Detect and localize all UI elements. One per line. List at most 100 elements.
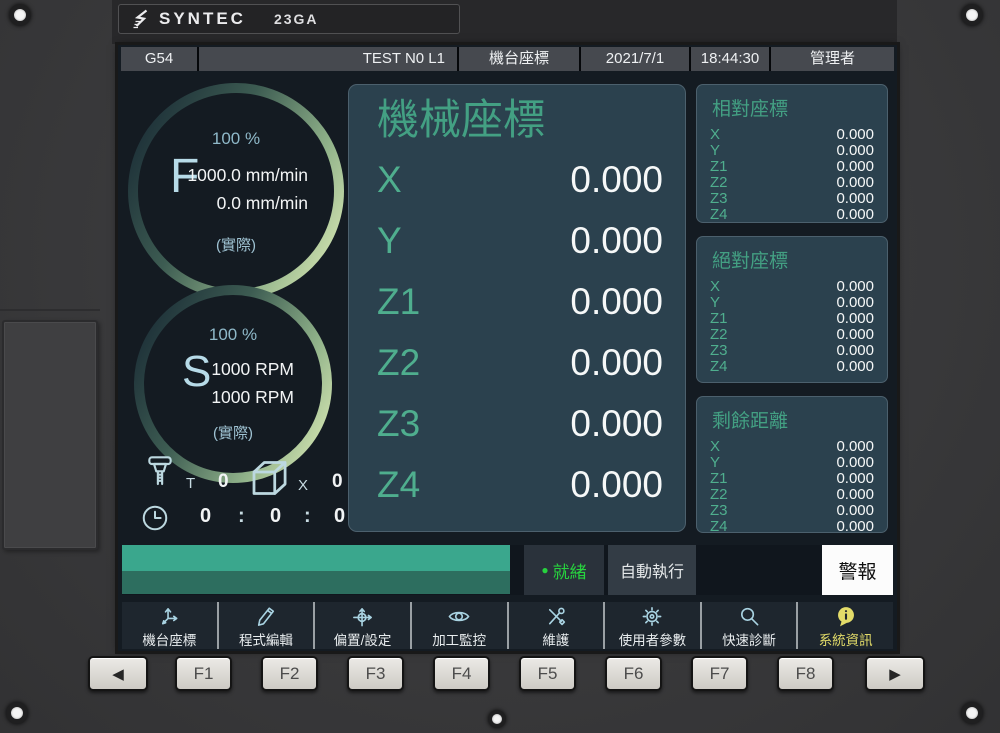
- clock-icon: [140, 503, 170, 533]
- axis-value: 0.000: [570, 464, 663, 506]
- axis-label: Z2: [710, 327, 728, 343]
- axis-row: X 0.000: [349, 149, 685, 210]
- softkey-label: 程式編輯: [239, 629, 293, 649]
- workpiece-count-label: X: [298, 477, 308, 494]
- axis-label: Z4: [377, 464, 420, 506]
- user-role: 管理者: [771, 47, 894, 71]
- axis-value: 0.000: [836, 127, 874, 143]
- axis-value: 0.000: [570, 403, 663, 445]
- softkey-maintenance[interactable]: 維護: [509, 602, 606, 649]
- axis-value: 0.000: [836, 327, 874, 343]
- axis-row: Z10.000: [710, 311, 874, 327]
- ready-dot-icon: ●: [541, 563, 548, 577]
- tool-number-value: 0: [218, 471, 229, 493]
- softkey-label: 加工監控: [432, 629, 486, 649]
- axis-label: X: [710, 127, 720, 143]
- screw: [961, 702, 983, 724]
- axis-value: 0.000: [836, 519, 874, 535]
- side-access-door: [2, 320, 98, 550]
- softkey-label: 維護: [542, 629, 569, 649]
- machine-status-row: ● 就緒 自動執行 警報: [122, 545, 893, 595]
- axis-value: 0.000: [836, 343, 874, 359]
- axis-value: 0.000: [836, 439, 874, 455]
- page-right-key[interactable]: ▶: [865, 656, 925, 691]
- softkey-program-edit[interactable]: 程式編輯: [219, 602, 316, 649]
- softkey-system-info[interactable]: 系統資訊: [798, 602, 893, 649]
- time-colon: :: [304, 505, 311, 528]
- ready-status: ● 就緒: [524, 545, 604, 595]
- workpiece-count-value: 0: [332, 471, 343, 493]
- machine-coords-panel: 機械座標 X 0.000 Y 0.000 Z1 0.000 Z2 0.000 Z…: [348, 84, 686, 532]
- panel-title: 剩餘距離: [712, 406, 874, 433]
- f7-key[interactable]: F7: [691, 656, 748, 691]
- screw: [9, 4, 31, 26]
- axis-label: Y: [710, 143, 720, 159]
- axes-icon: [156, 605, 182, 628]
- softkey-label: 系統資訊: [819, 629, 873, 649]
- axis-row: Z40.000: [710, 519, 874, 535]
- f2-key[interactable]: F2: [261, 656, 318, 691]
- f6-key[interactable]: F6: [605, 656, 662, 691]
- gear-icon: [639, 605, 665, 628]
- page-left-key[interactable]: ◀: [88, 656, 148, 691]
- mode-status: 自動執行: [608, 545, 696, 595]
- axis-row: Z2 0.000: [349, 332, 685, 393]
- axis-value: 0.000: [836, 279, 874, 295]
- f1-key[interactable]: F1: [175, 656, 232, 691]
- spindle-actual-label: (實際): [144, 422, 322, 443]
- logo-plate: SYNTEC 23GA: [118, 4, 460, 34]
- brand-name: SYNTEC: [159, 9, 246, 29]
- axis-row: X0.000: [710, 279, 874, 295]
- axis-label: Z2: [710, 175, 728, 191]
- screen-title: 機台座標: [459, 47, 579, 71]
- axis-value: 0.000: [836, 503, 874, 519]
- axis-label: Z3: [710, 191, 728, 207]
- ready-label: 就緒: [553, 558, 587, 583]
- axis-row: Z10.000: [710, 471, 874, 487]
- axis-value: 0.000: [836, 359, 874, 375]
- axis-label: X: [710, 439, 720, 455]
- machining-hours: 0: [200, 505, 211, 528]
- axis-value: 0.000: [836, 295, 874, 311]
- progress-bar: [122, 545, 510, 594]
- softkey-machining-monitor[interactable]: 加工監控: [412, 602, 509, 649]
- axis-row: Z1 0.000: [349, 271, 685, 332]
- axis-value: 0.000: [836, 191, 874, 207]
- softkey-quick-diagnosis[interactable]: 快速診斷: [702, 602, 799, 649]
- axis-value: 0.000: [836, 143, 874, 159]
- axis-value: 0.000: [836, 487, 874, 503]
- tool-number-label: T: [186, 475, 195, 492]
- program-name: TEST N0 L1: [199, 47, 457, 71]
- axis-label: Y: [710, 455, 720, 471]
- pencil-icon: [253, 605, 279, 628]
- eye-icon: [446, 605, 472, 628]
- axis-value: 0.000: [836, 159, 874, 175]
- feed-actual-value: 0.0 mm/min: [187, 189, 308, 217]
- gcode-indicator: G54: [121, 47, 197, 71]
- model-name: 23GA: [274, 11, 319, 27]
- f4-key[interactable]: F4: [433, 656, 490, 691]
- gauge-face: 100 % S 1000 RPM 1000 RPM (實際): [144, 295, 322, 473]
- axis-row: Z2 0.000: [710, 175, 874, 191]
- axis-value: 0.000: [570, 281, 663, 323]
- axis-label: Z1: [377, 281, 420, 323]
- alarm-indicator: 警報: [822, 545, 893, 595]
- relative-coords-panel: 相對座標 X0.000 Y0.000 Z10.000 Z20.000 Z30.0…: [696, 84, 888, 223]
- axis-row: Y0.000: [710, 455, 874, 471]
- progress-bar-fill-bottom: [122, 571, 510, 594]
- softkey-offset-setting[interactable]: 偏置/設定: [315, 602, 412, 649]
- f3-key[interactable]: F3: [347, 656, 404, 691]
- axis-row: Z3 0.000: [710, 191, 874, 207]
- f5-key[interactable]: F5: [519, 656, 576, 691]
- softkey-machine-coords[interactable]: 機台座標: [122, 602, 219, 649]
- axis-row: Y 0.000: [349, 210, 685, 271]
- feed-actual-label: (實際): [138, 234, 334, 255]
- axis-value: 0.000: [836, 311, 874, 327]
- softkey-user-params[interactable]: 使用者參數: [605, 602, 702, 649]
- axis-row: Z40.000: [710, 359, 874, 375]
- axis-value: 0.000: [836, 175, 874, 191]
- time-display: 18:44:30: [691, 47, 769, 71]
- screen: G54 TEST N0 L1 機台座標 2021/7/1 18:44:30 管理…: [118, 45, 897, 651]
- f8-key[interactable]: F8: [777, 656, 834, 691]
- tools-icon: [543, 605, 569, 628]
